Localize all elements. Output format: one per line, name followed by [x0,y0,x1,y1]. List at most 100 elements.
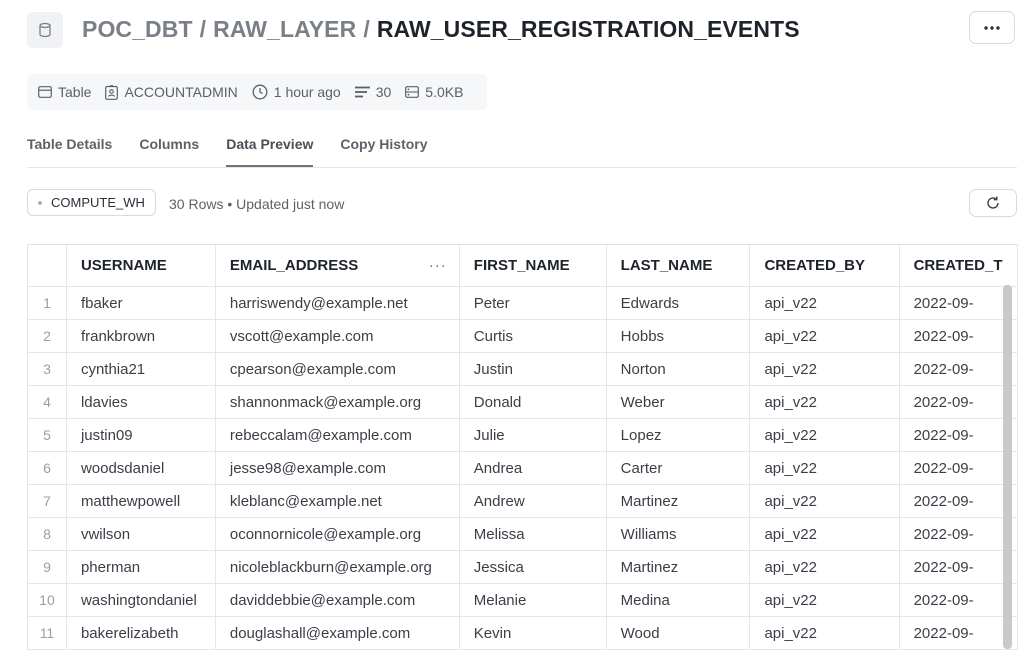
cell-last-name[interactable]: Hobbs [606,319,751,353]
column-header-email-address[interactable]: ··· EMAIL_ADDRESS [215,245,460,287]
cell-email-address[interactable]: rebeccalam@example.com [215,418,460,452]
table-row[interactable]: 3 cynthia21 cpearson@example.com Justin Nort… [28,352,1018,386]
cell-first-name[interactable]: Melissa [459,517,607,551]
cell-last-name[interactable]: Wood [606,616,751,650]
table-row[interactable]: 8 vwilson oconnornicole@example.org Melissa… [28,517,1018,551]
cell-first-name[interactable]: Andrew [459,484,607,518]
cell-created-ts[interactable]: 2022-09- [899,451,1018,485]
breadcrumb-database[interactable]: POC_DBT [82,16,193,43]
cell-created-ts[interactable]: 2022-09- [899,385,1018,419]
refresh-button[interactable] [969,189,1017,217]
cell-username[interactable]: ldavies [66,385,216,419]
cell-last-name[interactable]: Lopez [606,418,751,452]
cell-created-ts[interactable]: 2022-09- [899,583,1018,617]
cell-created-ts[interactable]: 2022-09- [899,286,1018,320]
table-row[interactable]: 1 fbaker harriswendy@example.net Peter Edwar… [28,286,1018,320]
warehouse-selector[interactable]: COMPUTE_WH [27,189,156,216]
column-header-username[interactable]: USERNAME [66,245,216,287]
cell-username[interactable]: fbaker [66,286,216,320]
tab-data-preview[interactable]: Data Preview [226,124,314,167]
cell-username[interactable]: justin09 [66,418,216,452]
table-row[interactable]: 9 pherman nicoleblackburn@example.org Jessi… [28,550,1018,584]
cell-first-name[interactable]: Peter [459,286,607,320]
cell-created-by[interactable]: api_v22 [749,517,900,551]
cell-username[interactable]: washingtondaniel [66,583,216,617]
cell-email-address[interactable]: vscott@example.com [215,319,460,353]
cell-created-ts[interactable]: 2022-09- [899,550,1018,584]
cell-last-name[interactable]: Weber [606,385,751,419]
cell-created-by[interactable]: api_v22 [749,484,900,518]
breadcrumb-schema[interactable]: RAW_LAYER [213,16,356,43]
cell-first-name[interactable]: Andrea [459,451,607,485]
cell-first-name[interactable]: Donald [459,385,607,419]
cell-created-by[interactable]: api_v22 [749,616,900,650]
cell-first-name[interactable]: Kevin [459,616,607,650]
table-row[interactable]: 6 woodsdaniel jesse98@example.com Andrea Car… [28,451,1018,485]
table-row[interactable]: 11 bakerelizabeth douglashall@example.com K… [28,616,1018,650]
cell-username[interactable]: frankbrown [66,319,216,353]
rows-icon [354,86,370,98]
cell-last-name[interactable]: Martinez [606,484,751,518]
cell-email-address[interactable]: shannonmack@example.org [215,385,460,419]
cell-last-name[interactable]: Williams [606,517,751,551]
cell-created-by[interactable]: api_v22 [749,385,900,419]
cell-username[interactable]: vwilson [66,517,216,551]
row-number: 1 [28,286,67,320]
cell-created-ts[interactable]: 2022-09- [899,352,1018,386]
tab-columns[interactable]: Columns [139,124,199,167]
cell-created-ts[interactable]: 2022-09- [899,517,1018,551]
cell-created-by[interactable]: api_v22 [749,550,900,584]
cell-created-by[interactable]: api_v22 [749,319,900,353]
cell-email-address[interactable]: jesse98@example.com [215,451,460,485]
cell-created-ts[interactable]: 2022-09- [899,319,1018,353]
cell-last-name[interactable]: Carter [606,451,751,485]
cell-created-ts[interactable]: 2022-09- [899,616,1018,650]
cell-first-name[interactable]: Melanie [459,583,607,617]
cell-created-by[interactable]: api_v22 [749,286,900,320]
cell-first-name[interactable]: Curtis [459,319,607,353]
vertical-scrollbar[interactable] [1003,285,1012,649]
cell-first-name[interactable]: Justin [459,352,607,386]
column-header-last-name[interactable]: LAST_NAME [606,245,751,287]
meta-type: Table [38,84,91,100]
cell-first-name[interactable]: Jessica [459,550,607,584]
cell-username[interactable]: matthewpowell [66,484,216,518]
more-options-button[interactable] [969,11,1015,44]
table-row[interactable]: 7 matthewpowell kleblanc@example.net Andrew… [28,484,1018,518]
cell-email-address[interactable]: cpearson@example.com [215,352,460,386]
meta-rows: 30 [354,84,392,100]
cell-email-address[interactable]: kleblanc@example.net [215,484,460,518]
cell-username[interactable]: bakerelizabeth [66,616,216,650]
cell-created-by[interactable]: api_v22 [749,352,900,386]
cell-email-address[interactable]: harriswendy@example.net [215,286,460,320]
table-row[interactable]: 10 washingtondaniel daviddebbie@example.co… [28,583,1018,617]
column-header-created-by[interactable]: CREATED_BY [749,245,900,287]
cell-created-ts[interactable]: 2022-09- [899,484,1018,518]
column-header-created-ts[interactable]: CREATED_T [899,245,1018,287]
cell-email-address[interactable]: daviddebbie@example.com [215,583,460,617]
table-row[interactable]: 2 frankbrown vscott@example.com Curtis Hobbs… [28,319,1018,353]
tab-copy-history[interactable]: Copy History [340,124,427,167]
cell-created-by[interactable]: api_v22 [749,418,900,452]
cell-created-by[interactable]: api_v22 [749,583,900,617]
cell-created-ts[interactable]: 2022-09- [899,418,1018,452]
cell-email-address[interactable]: nicoleblackburn@example.org [215,550,460,584]
tab-table-details[interactable]: Table Details [27,124,112,167]
cell-username[interactable]: pherman [66,550,216,584]
table-row[interactable]: 4 ldavies shannonmack@example.org Donald Web… [28,385,1018,419]
row-number-header [28,245,67,287]
cell-last-name[interactable]: Medina [606,583,751,617]
cell-last-name[interactable]: Edwards [606,286,751,320]
column-header-first-name[interactable]: FIRST_NAME [459,245,607,287]
cell-first-name[interactable]: Julie [459,418,607,452]
cell-last-name[interactable]: Martinez [606,550,751,584]
cell-username[interactable]: cynthia21 [66,352,216,386]
cell-last-name[interactable]: Norton [606,352,751,386]
cell-created-by[interactable]: api_v22 [749,451,900,485]
cell-email-address[interactable]: oconnornicole@example.org [215,517,460,551]
column-menu-icon[interactable]: ··· [429,257,447,274]
table-row[interactable]: 5 justin09 rebeccalam@example.com Julie Lope… [28,418,1018,452]
meta-rows-label: 30 [375,84,392,100]
cell-username[interactable]: woodsdaniel [66,451,216,485]
cell-email-address[interactable]: douglashall@example.com [215,616,460,650]
